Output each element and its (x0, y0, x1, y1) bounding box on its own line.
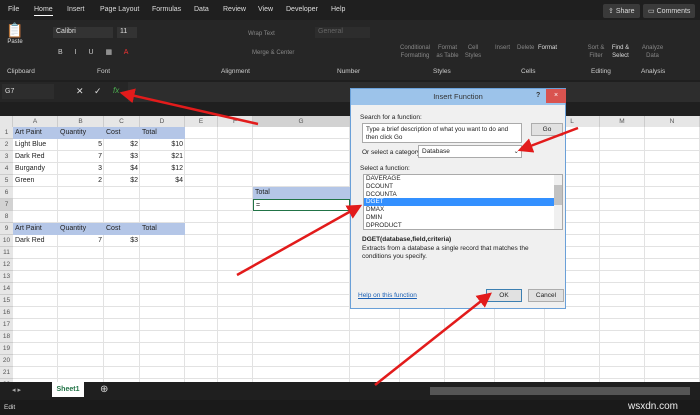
annotation-arrows (119, 88, 579, 386)
arrow-to-fx (119, 88, 259, 126)
arrow-to-category (517, 126, 579, 153)
arrow-to-ok (374, 292, 492, 386)
arrow-to-dget (236, 204, 363, 277)
